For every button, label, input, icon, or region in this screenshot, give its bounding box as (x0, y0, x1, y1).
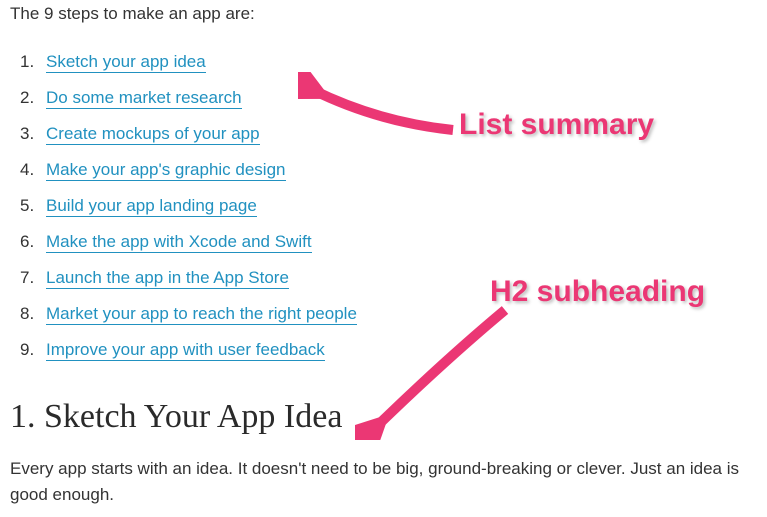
list-item: Build your app landing page (46, 188, 757, 224)
step-link-4[interactable]: Make your app's graphic design (46, 160, 286, 181)
step-link-2[interactable]: Do some market research (46, 88, 242, 109)
list-item: Make your app's graphic design (46, 152, 757, 188)
list-item: Create mockups of your app (46, 116, 757, 152)
step-link-3[interactable]: Create mockups of your app (46, 124, 260, 145)
section-heading: 1. Sketch Your App Idea (10, 398, 757, 436)
step-link-7[interactable]: Launch the app in the App Store (46, 268, 289, 289)
list-item: Do some market research (46, 80, 757, 116)
step-link-6[interactable]: Make the app with Xcode and Swift (46, 232, 312, 253)
steps-list: Sketch your app idea Do some market rese… (46, 44, 757, 368)
list-item: Make the app with Xcode and Swift (46, 224, 757, 260)
step-link-8[interactable]: Market your app to reach the right peopl… (46, 304, 357, 325)
list-item: Improve your app with user feedback (46, 332, 757, 368)
step-link-9[interactable]: Improve your app with user feedback (46, 340, 325, 361)
step-link-1[interactable]: Sketch your app idea (46, 52, 206, 73)
intro-text: The 9 steps to make an app are: (10, 4, 757, 24)
list-item: Market your app to reach the right peopl… (46, 296, 757, 332)
section-body: Every app starts with an idea. It doesn'… (10, 456, 757, 507)
list-item: Launch the app in the App Store (46, 260, 757, 296)
step-link-5[interactable]: Build your app landing page (46, 196, 257, 217)
list-item: Sketch your app idea (46, 44, 757, 80)
